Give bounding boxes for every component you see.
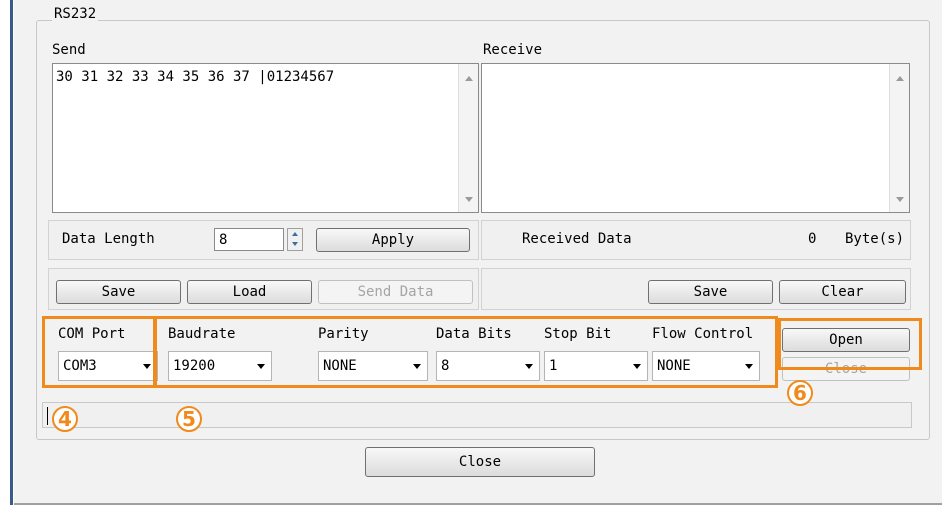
send-textarea[interactable]: 30 31 32 33 34 35 36 37 |01234567 <box>52 63 479 213</box>
receive-scrollbar[interactable] <box>889 64 909 212</box>
scroll-down-icon[interactable] <box>465 197 473 202</box>
receive-save-button[interactable]: Save <box>648 280 773 304</box>
close-button[interactable]: Close <box>365 447 595 477</box>
send-save-button[interactable]: Save <box>56 280 181 304</box>
send-data-button[interactable]: Send Data <box>318 280 473 304</box>
clear-button[interactable]: Clear <box>779 280 906 304</box>
rs232-group-title: RS232 <box>52 6 99 22</box>
received-count: 0 <box>808 231 817 247</box>
text-cursor <box>47 407 48 425</box>
annotation-box-5 <box>154 316 778 388</box>
annotation-box-4 <box>42 316 156 388</box>
send-label: Send <box>52 42 86 58</box>
spin-up-icon[interactable] <box>292 232 298 236</box>
annotation-box-6 <box>778 318 922 370</box>
annotation-badge-5: 5 <box>176 406 202 432</box>
data-length-spinner[interactable] <box>287 228 303 251</box>
data-length-input[interactable]: 8 <box>214 228 284 251</box>
received-data-label: Received Data <box>522 231 632 247</box>
window-bottom-margin <box>10 505 942 513</box>
scroll-up-icon[interactable] <box>465 76 473 81</box>
scroll-up-icon[interactable] <box>896 76 904 81</box>
scroll-down-icon[interactable] <box>896 197 904 202</box>
window-frame-edge <box>10 0 13 505</box>
send-text: 30 31 32 33 34 35 36 37 |01234567 <box>56 69 335 85</box>
annotation-badge-4: 4 <box>52 406 78 432</box>
send-scrollbar[interactable] <box>458 64 478 212</box>
load-button[interactable]: Load <box>187 280 312 304</box>
spin-down-icon[interactable] <box>292 242 298 246</box>
status-bar <box>42 402 912 428</box>
data-length-label: Data Length <box>62 231 155 247</box>
apply-button[interactable]: Apply <box>316 228 470 252</box>
receive-textarea[interactable] <box>481 63 910 213</box>
annotation-badge-6: 6 <box>787 380 813 406</box>
receive-label: Receive <box>483 42 543 58</box>
received-unit: Byte(s) <box>845 231 905 247</box>
